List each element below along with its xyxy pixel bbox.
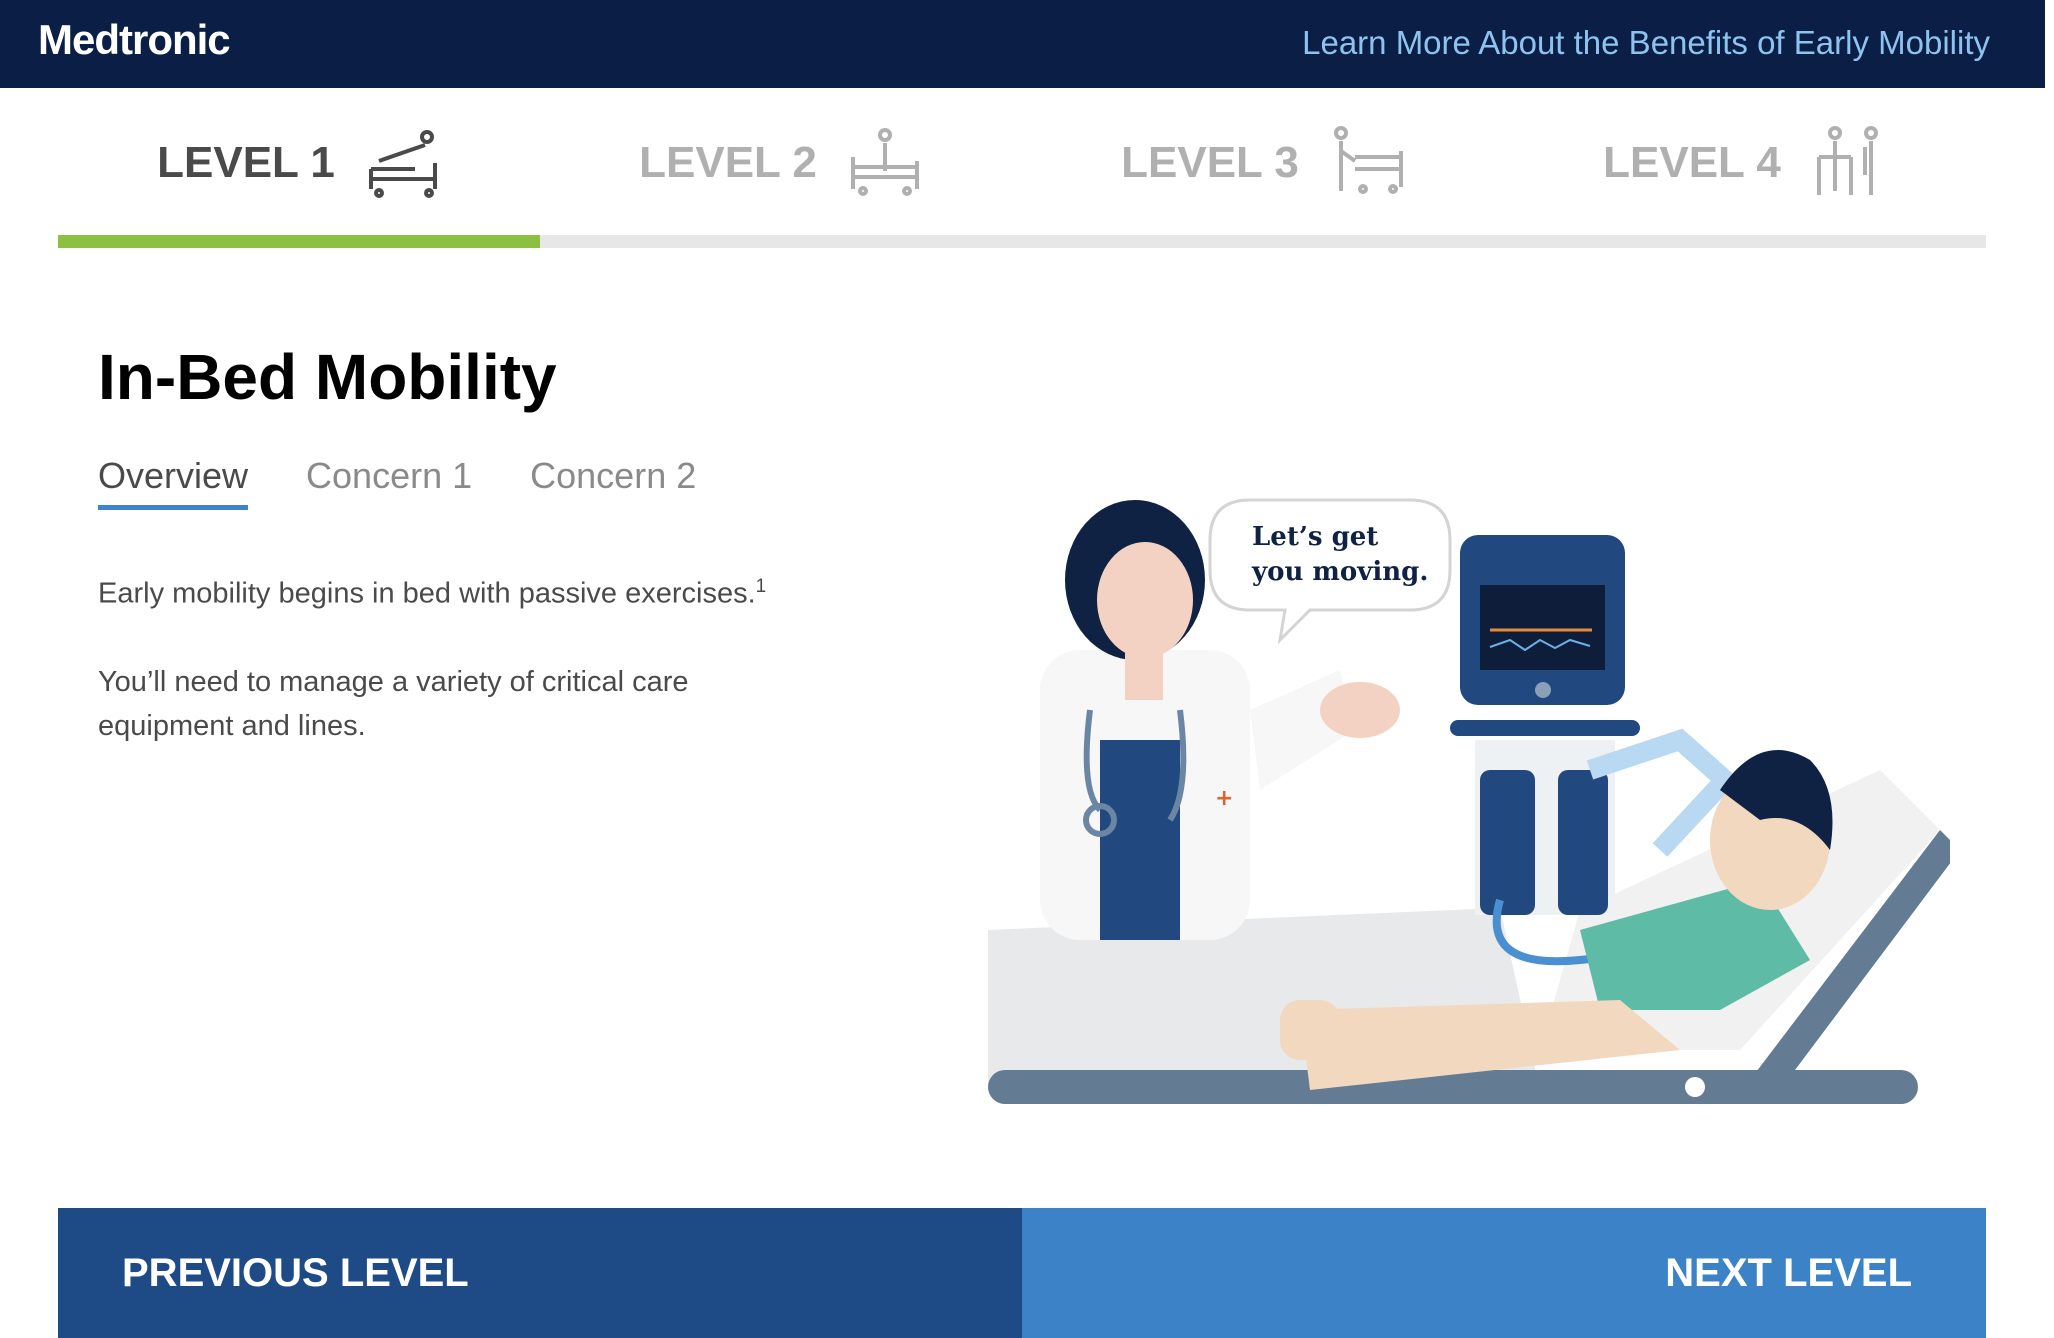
- learn-more-link[interactable]: Learn More About the Benefits of Early M…: [1302, 24, 1990, 62]
- level-1-tab[interactable]: LEVEL 1: [58, 118, 540, 208]
- level-3-label: LEVEL 3: [1121, 138, 1299, 187]
- svg-text:+: +: [1215, 786, 1233, 811]
- reference-superscript[interactable]: 1: [756, 576, 767, 597]
- content-tabs: Overview Concern 1 Concern 2: [98, 455, 696, 510]
- paragraph-1-text: Early mobility begins in bed with passiv…: [98, 577, 756, 610]
- overview-paragraph-1: Early mobility begins in bed with passiv…: [98, 565, 818, 616]
- standing-by-bed-icon: [1333, 126, 1403, 194]
- bed-icon: [368, 130, 437, 198]
- previous-level-button[interactable]: PREVIOUS LEVEL: [58, 1208, 1022, 1338]
- level-2-tab[interactable]: LEVEL 2: [540, 118, 1022, 208]
- level-2-label: LEVEL 2: [639, 138, 817, 187]
- top-header: Medtronic Learn More About the Benefits …: [0, 0, 2045, 88]
- overview-paragraph-2: You’ll need to manage a variety of criti…: [98, 666, 689, 742]
- tab-concern-2[interactable]: Concern 2: [530, 455, 696, 510]
- level-4-label: LEVEL 4: [1603, 138, 1781, 187]
- level-progress-fill: [58, 235, 540, 248]
- tab-concern-1[interactable]: Concern 1: [306, 455, 472, 510]
- doctor-patient-illustration: + Let’s get you moving.: [988, 498, 1950, 1104]
- sitting-patient-icon: [850, 128, 919, 196]
- level-3-tab[interactable]: LEVEL 3: [1022, 118, 1504, 208]
- page-title: In-Bed Mobility: [98, 341, 557, 413]
- level-4-tab[interactable]: LEVEL 4: [1504, 118, 1986, 208]
- tab-overview[interactable]: Overview: [98, 455, 249, 510]
- medtronic-logo[interactable]: Medtronic: [38, 16, 231, 64]
- next-level-button[interactable]: NEXT LEVEL: [1022, 1208, 1986, 1338]
- level-nav: LEVEL 1 LEVEL 2 LEVEL 3 LEVEL 4: [58, 88, 1986, 248]
- level-1-label: LEVEL 1: [157, 138, 335, 187]
- speech-line-2: you moving.: [1251, 557, 1428, 587]
- walking-with-walker-icon: [1816, 126, 1878, 195]
- speech-line-1: Let’s get: [1252, 522, 1378, 552]
- level-progress-bar: [58, 235, 1986, 248]
